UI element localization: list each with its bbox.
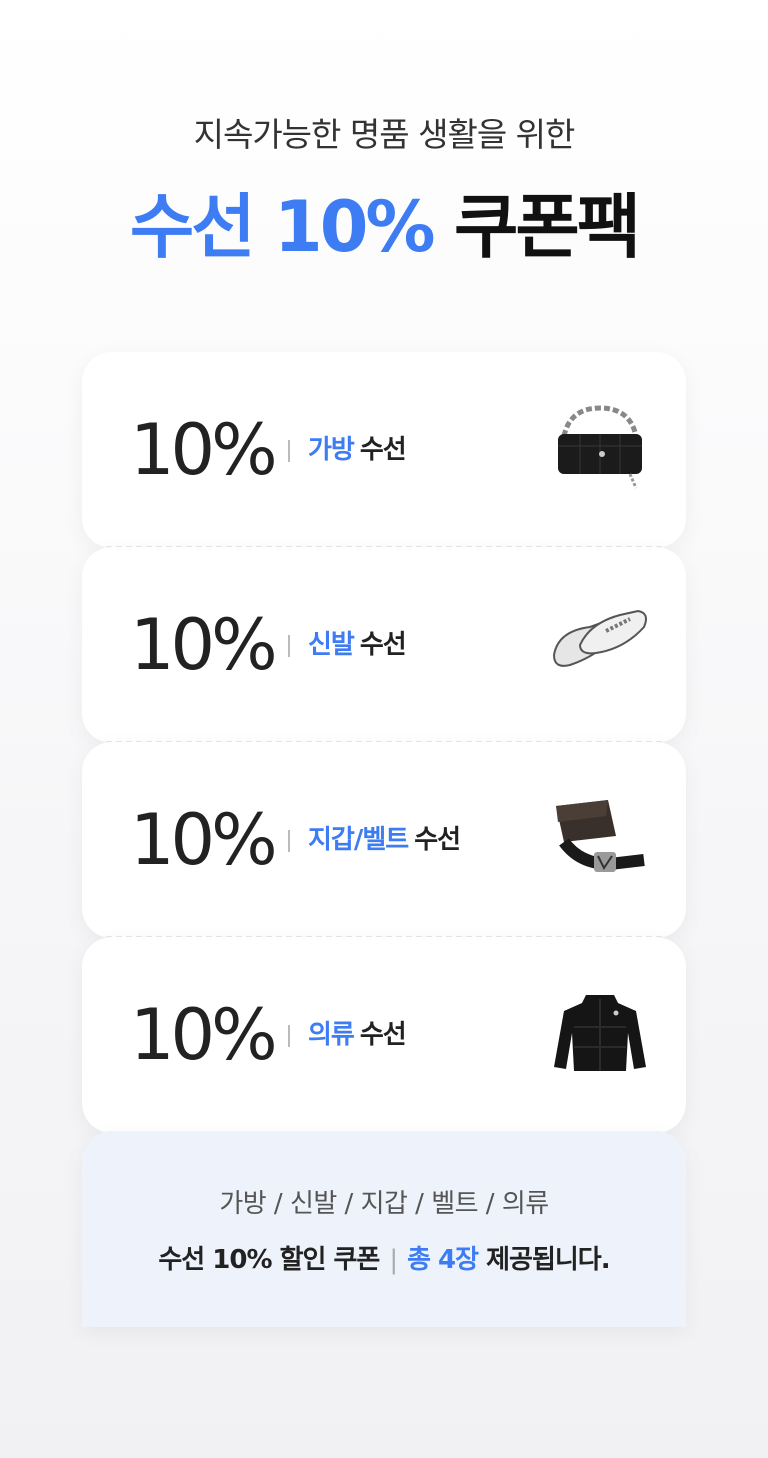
summary-categories: 가방 / 신발 / 지갑 / 벨트 / 의류 bbox=[219, 1189, 549, 1219]
coupon-category: 신발 bbox=[308, 630, 355, 660]
coupon-suffix: 수선 bbox=[359, 1020, 407, 1050]
page-title: 수선 10% 쿠폰팩 bbox=[0, 182, 768, 272]
coupon-category: 가방 bbox=[308, 435, 355, 465]
coupon-label: 지갑/벨트 수선 bbox=[308, 822, 461, 858]
coupon-card-bag[interactable]: 10% 가방 수선 bbox=[82, 352, 686, 548]
summary-description: 수선 10% 할인 쿠폰 | 총 4장 제공됩니다. bbox=[82, 1239, 686, 1276]
page-subtitle: 지속가능한 명품 생활을 위한 bbox=[193, 115, 576, 154]
coupon-pack-page: 지속가능한 명품 생활을 위한 수선 10% 쿠폰팩 10% 가방수선 10% bbox=[0, 0, 768, 1458]
coupon-list: 10% 가방 수선 10% 신발 수선 10% 지갑/벨트 수선 10% 의류 … bbox=[82, 352, 686, 1133]
summary-divider: | bbox=[389, 1245, 398, 1275]
title-accent: 수선 10% bbox=[129, 186, 436, 268]
coupon-discount: 10% bbox=[130, 409, 278, 491]
divider bbox=[288, 1025, 290, 1047]
coupon-card-wallet-belt[interactable]: 10% 지갑/벨트 수선 bbox=[82, 742, 686, 938]
coupon-discount: 10% bbox=[130, 799, 278, 881]
coupon-category: 지갑/벨트 bbox=[308, 825, 409, 855]
divider bbox=[288, 440, 290, 462]
summary-coupon-desc: 수선 10% 할인 쿠폰 bbox=[158, 1245, 380, 1275]
coupon-label: 가방 수선 bbox=[308, 432, 407, 468]
loafer-shoes-icon bbox=[552, 609, 647, 667]
coupon-suffix: 수선 bbox=[359, 435, 407, 465]
summary-provided: 제공됩니다. bbox=[486, 1245, 610, 1275]
coupon-card-clothing[interactable]: 10% 의류 수선 bbox=[82, 937, 686, 1133]
summary-count: 총 4장 bbox=[407, 1245, 479, 1275]
coupon-discount: 10% bbox=[130, 994, 278, 1076]
coupon-suffix: 수선 bbox=[359, 630, 407, 660]
coupon-discount: 10% bbox=[130, 604, 278, 686]
title-rest: 쿠폰팩 bbox=[453, 186, 641, 268]
jacket-icon bbox=[554, 995, 646, 1071]
coupon-label: 의류 수선 bbox=[308, 1017, 407, 1053]
divider bbox=[288, 635, 290, 657]
coupon-card-shoes[interactable]: 10% 신발 수선 bbox=[82, 547, 686, 743]
wallet-belt-icon bbox=[556, 800, 645, 872]
coupon-category: 의류 bbox=[308, 1020, 355, 1050]
coupon-suffix: 수선 bbox=[414, 825, 461, 855]
handbag-icon bbox=[558, 405, 642, 489]
divider bbox=[288, 830, 290, 852]
coupon-label: 신발 수선 bbox=[308, 627, 407, 663]
coupon-summary: 가방 / 신발 / 지갑 / 벨트 / 의류 수선 10% 할인 쿠폰 | 총 4장… bbox=[82, 1131, 686, 1327]
